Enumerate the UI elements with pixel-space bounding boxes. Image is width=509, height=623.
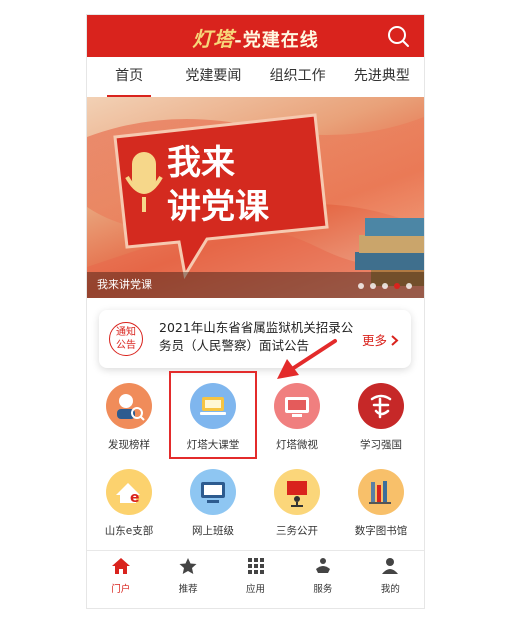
- annotation-arrow: [277, 339, 337, 379]
- grid-item-label: 学习强国: [360, 439, 402, 451]
- nav-label: 推荐: [178, 584, 198, 595]
- svg-text:e: e: [130, 490, 140, 506]
- nav-label: 应用: [246, 584, 266, 595]
- grid-item-e-branch[interactable]: e 山东e支部: [87, 469, 171, 538]
- nav-label: 门户: [111, 584, 131, 595]
- tab-organization-work[interactable]: 组织工作: [256, 57, 340, 97]
- banner-title-line2: 讲党课: [167, 187, 269, 227]
- notice-card[interactable]: 通知 公告 2021年山东省省属监狱机关招录公务员（人民警察）面试公告 更多: [99, 310, 411, 368]
- grid-item-label: 网上班级: [192, 525, 234, 537]
- nav-home[interactable]: 门户: [87, 551, 154, 608]
- notice-badge-line2: 公告: [116, 340, 136, 351]
- micro-video-icon: [274, 383, 320, 429]
- grid-item-label: 数字图书馆: [354, 525, 408, 537]
- grid-item-digital-library[interactable]: 数字图书馆: [339, 469, 423, 538]
- bottom-navigation: 门户 推荐 应用 服务 我的: [87, 550, 424, 608]
- home-icon: [111, 558, 130, 574]
- banner-carousel[interactable]: 我来 讲党课 我来讲党课: [87, 97, 424, 298]
- nav-recommend[interactable]: 推荐: [154, 551, 221, 608]
- search-icon[interactable]: [386, 24, 410, 48]
- tab-advanced-models[interactable]: 先进典型: [340, 57, 424, 97]
- nav-apps[interactable]: 应用: [222, 551, 289, 608]
- banner-title-line1: 我来: [167, 143, 235, 183]
- carousel-dot[interactable]: [406, 283, 412, 289]
- carousel-dot[interactable]: [358, 283, 364, 289]
- carousel-dots: [358, 283, 412, 289]
- e-branch-icon: e: [106, 469, 152, 515]
- online-class-icon: [190, 469, 236, 515]
- service-icon: [315, 558, 330, 573]
- grid-item-label: 发现榜样: [108, 439, 150, 451]
- nav-service[interactable]: 服务: [289, 551, 356, 608]
- nav-mine[interactable]: 我的: [357, 551, 424, 608]
- grid-item-public-affairs[interactable]: 三务公开: [255, 469, 339, 538]
- public-affairs-icon: [274, 469, 320, 515]
- carousel-dot[interactable]: [370, 283, 376, 289]
- grid-item-label: 灯塔微视: [276, 439, 318, 451]
- notice-badge: 通知 公告: [109, 322, 143, 356]
- nav-label: 服务: [313, 584, 333, 595]
- grid-item-xuexi[interactable]: 学习强国: [339, 383, 423, 452]
- grid-item-label: 三务公开: [276, 525, 318, 537]
- banner-caption: 我来讲党课: [97, 278, 152, 291]
- more-label: 更多: [362, 333, 388, 348]
- role-model-icon: [106, 383, 152, 429]
- digital-library-icon: [358, 469, 404, 515]
- category-tabs: 首页 党建要闻 组织工作 先进典型: [87, 57, 424, 98]
- chevron-right-icon: [391, 335, 399, 346]
- xuexi-qiangguo-icon: [358, 383, 404, 429]
- more-link[interactable]: 更多: [362, 330, 399, 349]
- brand-logo: 灯塔: [192, 27, 235, 51]
- star-icon: [179, 558, 197, 574]
- grid-item-role-model[interactable]: 发现榜样: [87, 383, 171, 452]
- tab-party-news[interactable]: 党建要闻: [171, 57, 255, 97]
- grid-item-micro-video[interactable]: 灯塔微视: [255, 383, 339, 452]
- user-icon: [382, 558, 399, 574]
- carousel-dot-active[interactable]: [394, 283, 400, 289]
- app-header: 灯塔-党建在线: [87, 15, 424, 57]
- notice-badge-line1: 通知: [116, 327, 136, 338]
- carousel-dot[interactable]: [382, 283, 388, 289]
- nav-label: 我的: [380, 584, 400, 595]
- grid-item-online-class[interactable]: 网上班级: [171, 469, 255, 538]
- grid-item-label: 山东e支部: [104, 525, 154, 537]
- tab-home[interactable]: 首页: [87, 57, 171, 97]
- brand-name: -党建在线: [234, 30, 319, 51]
- highlight-box: [169, 371, 257, 459]
- apps-icon: [247, 558, 264, 574]
- app-title: 灯塔-党建在线: [87, 23, 424, 52]
- phone-screen: 灯塔-党建在线 首页 党建要闻 组织工作 先进典型 我来 讲党课 我来讲党课 通…: [86, 14, 425, 609]
